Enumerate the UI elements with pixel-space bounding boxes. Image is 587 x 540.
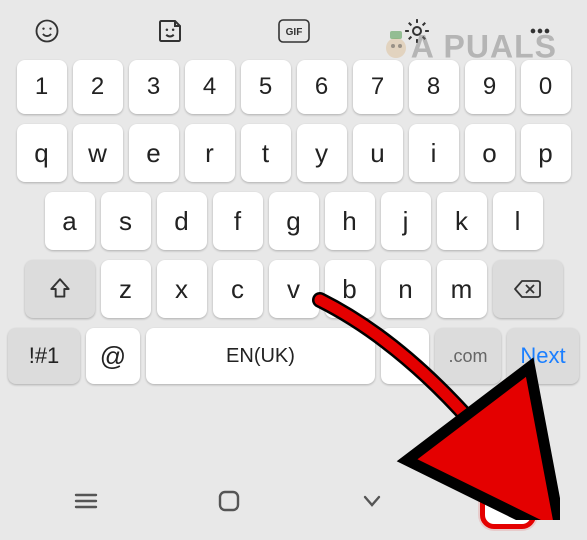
key-i[interactable]: i	[409, 124, 459, 182]
key-d[interactable]: d	[157, 192, 207, 250]
key-7[interactable]: 7	[353, 60, 403, 114]
key-v[interactable]: v	[269, 260, 319, 318]
key-4[interactable]: 4	[185, 60, 235, 114]
gear-icon[interactable]	[400, 14, 434, 48]
key-c[interactable]: c	[213, 260, 263, 318]
next-key[interactable]: Next	[507, 328, 579, 384]
qwerty-row-1: q w e r t y u i o p	[8, 124, 579, 182]
at-key[interactable]: @	[86, 328, 140, 384]
key-6[interactable]: 6	[297, 60, 347, 114]
key-9[interactable]: 9	[465, 60, 515, 114]
key-n[interactable]: n	[381, 260, 431, 318]
key-f[interactable]: f	[213, 192, 263, 250]
key-h[interactable]: h	[325, 192, 375, 250]
keyboard-switch-button[interactable]	[480, 473, 536, 529]
key-5[interactable]: 5	[241, 60, 291, 114]
key-b[interactable]: b	[325, 260, 375, 318]
recents-icon[interactable]	[51, 481, 121, 521]
key-o[interactable]: o	[465, 124, 515, 182]
dotcom-key[interactable]: .com	[435, 328, 501, 384]
key-l[interactable]: l	[493, 192, 543, 250]
key-1[interactable]: 1	[17, 60, 67, 114]
keyboard-toolbar: GIF	[0, 0, 587, 56]
key-3[interactable]: 3	[129, 60, 179, 114]
qwerty-row-3: z x c v b n m	[8, 260, 579, 318]
key-r[interactable]: r	[185, 124, 235, 182]
more-icon[interactable]	[523, 14, 557, 48]
svg-text:GIF: GIF	[285, 27, 302, 38]
keyboard: 1 2 3 4 5 6 7 8 9 0 q w e r t y u i o p …	[0, 56, 587, 384]
key-m[interactable]: m	[437, 260, 487, 318]
keyboard-icon	[493, 490, 523, 512]
number-row: 1 2 3 4 5 6 7 8 9 0	[8, 60, 579, 114]
key-g[interactable]: g	[269, 192, 319, 250]
emoji-icon[interactable]	[30, 14, 64, 48]
key-2[interactable]: 2	[73, 60, 123, 114]
sticker-icon[interactable]	[153, 14, 187, 48]
period-key[interactable]: .	[381, 328, 429, 384]
key-q[interactable]: q	[17, 124, 67, 182]
key-z[interactable]: z	[101, 260, 151, 318]
qwerty-row-2: a s d f g h j k l	[8, 192, 579, 250]
key-8[interactable]: 8	[409, 60, 459, 114]
key-w[interactable]: w	[73, 124, 123, 182]
gif-icon[interactable]: GIF	[277, 14, 311, 48]
key-p[interactable]: p	[521, 124, 571, 182]
key-k[interactable]: k	[437, 192, 487, 250]
backspace-key[interactable]	[493, 260, 563, 318]
home-icon[interactable]	[194, 481, 264, 521]
key-j[interactable]: j	[381, 192, 431, 250]
key-a[interactable]: a	[45, 192, 95, 250]
spacebar-row: !#1 @ EN(UK) . .com Next	[8, 328, 579, 384]
key-y[interactable]: y	[297, 124, 347, 182]
key-u[interactable]: u	[353, 124, 403, 182]
shift-key[interactable]	[25, 260, 95, 318]
key-t[interactable]: t	[241, 124, 291, 182]
navigation-bar	[0, 462, 587, 540]
back-icon[interactable]	[337, 481, 407, 521]
key-x[interactable]: x	[157, 260, 207, 318]
key-e[interactable]: e	[129, 124, 179, 182]
symbols-key[interactable]: !#1	[8, 328, 80, 384]
key-0[interactable]: 0	[521, 60, 571, 114]
spacebar[interactable]: EN(UK)	[146, 328, 375, 384]
key-s[interactable]: s	[101, 192, 151, 250]
